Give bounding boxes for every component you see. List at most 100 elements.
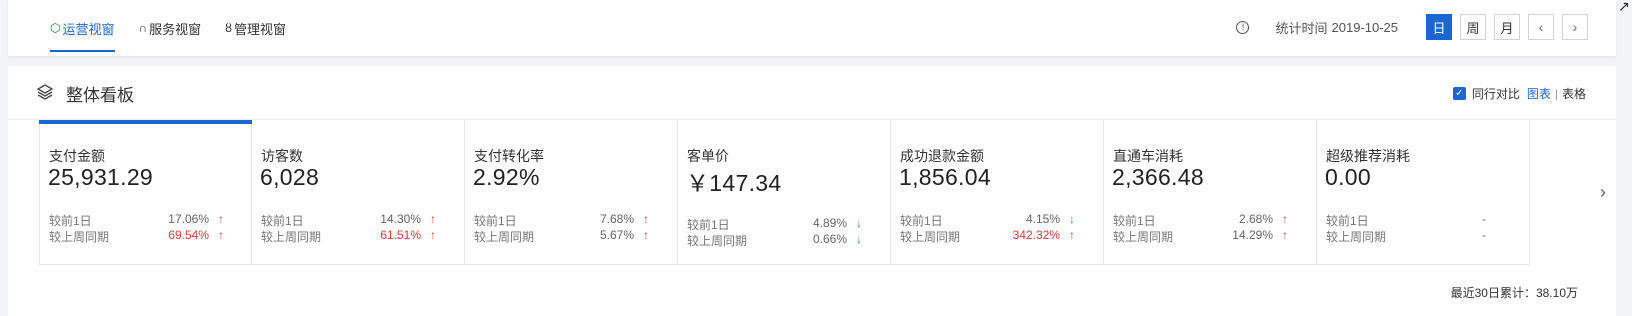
compare-label: 较上周同期 xyxy=(1326,230,1387,244)
compare-percent: 14.30% xyxy=(380,212,421,226)
metric-label: 超级推荐消耗 xyxy=(1326,148,1410,164)
compare-percent: - xyxy=(1482,228,1486,242)
top-nav-bar: ⬡ 运营视窗 ∩ 服务视窗 ȣ 管理视窗 ! 统计时间 2019-10-25 日… xyxy=(8,0,1616,56)
compare-label: 较上周同期 xyxy=(687,234,748,248)
compare-prev-week: 较上周同期 69.54% ↑ xyxy=(49,228,239,244)
tab-label: 运营视窗 xyxy=(62,21,115,37)
compare-prev-day: 较前1日 4.89% ↓ xyxy=(687,216,877,232)
compare-percent: 14.29% xyxy=(1232,228,1273,242)
headset-icon: ∩ xyxy=(138,21,148,35)
metric-card[interactable]: 直通车消耗 2,366.48 较前1日 2.68% ↑ 较上周同期 14.29% ↑ xyxy=(1104,120,1317,265)
compare-prev-week: 较上周同期 14.29% ↑ xyxy=(1113,228,1303,244)
tab-service[interactable]: ∩ 服务视窗 xyxy=(139,0,202,56)
period-week-button[interactable]: 周 xyxy=(1460,14,1486,40)
metric-value: 2.92% xyxy=(473,164,540,190)
period-month-button[interactable]: 月 xyxy=(1494,14,1520,40)
tab-label: 服务视窗 xyxy=(149,21,202,37)
stat-time-label: 统计时间 xyxy=(1275,20,1328,36)
overview-panel: 整体看板 ✓ 同行对比 图表 | 表格 支付金额 25,931.29 较前1日 17.… xyxy=(8,66,1616,316)
compare-label: 较上周同期 xyxy=(900,230,961,244)
compare-prev-week: 较上周同期 - xyxy=(1326,228,1516,244)
compare-percent: 2.68% xyxy=(1238,212,1273,226)
compare-label: 较前1日 xyxy=(474,214,517,228)
tab-label: 管理视窗 xyxy=(233,21,286,37)
stat-date: 2019-10-25 xyxy=(1331,19,1399,35)
arrow-down-icon: ↓ xyxy=(856,232,862,246)
next-date-button[interactable]: › xyxy=(1562,14,1588,40)
compare-prev-day: 较前1日 17.06% ↑ xyxy=(49,212,239,228)
metric-label: 访客数 xyxy=(261,148,303,164)
chevron-left-icon: ‹ xyxy=(1538,19,1544,35)
compare-label: 较上周同期 xyxy=(1113,230,1174,244)
arrow-up-icon: ↑ xyxy=(218,212,224,226)
layers-icon xyxy=(36,84,54,100)
metric-card[interactable]: 访客数 6,028 较前1日 14.30% ↑ 较上周同期 61.51% ↑ xyxy=(252,120,465,265)
view-tabs: ⬡ 运营视窗 ∩ 服务视窗 ȣ 管理视窗 xyxy=(50,0,310,56)
compare-percent: 61.51% xyxy=(380,228,421,242)
tab-management[interactable]: ȣ 管理视窗 xyxy=(225,0,286,56)
metric-value: 2,366.48 xyxy=(1112,164,1204,190)
metric-value: 1,856.04 xyxy=(899,164,991,190)
compare-prev-week: 较上周同期 342.32% ↑ xyxy=(900,228,1090,244)
compare-label: 较上周同期 xyxy=(474,230,535,244)
metric-card[interactable]: 支付转化率 2.92% 较前1日 7.68% ↑ 较上周同期 5.67% ↑ xyxy=(465,120,678,265)
compare-prev-day: 较前1日 14.30% ↑ xyxy=(261,212,451,228)
metric-card[interactable]: 成功退款金额 1,856.04 较前1日 4.15% ↓ 较上周同期 342.32% ↑ xyxy=(891,120,1104,265)
compare-prev-week: 较上周同期 0.66% ↓ xyxy=(687,232,877,248)
metric-value: 6,028 xyxy=(260,164,320,190)
compare-percent: 7.68% xyxy=(599,212,634,226)
chevron-right-icon: › xyxy=(1572,19,1578,35)
compare-label: 较前1日 xyxy=(1326,214,1369,228)
compare-prev-day: 较前1日 2.68% ↑ xyxy=(1113,212,1303,228)
view-table-link[interactable]: 表格 xyxy=(1562,85,1586,102)
hexagon-icon: ⬡ xyxy=(50,21,61,35)
compare-label: 较前1日 xyxy=(1113,214,1156,228)
panel-header: 整体看板 ✓ 同行对比 图表 | 表格 xyxy=(8,66,1616,120)
compare-label: 较前1日 xyxy=(687,218,730,232)
arrow-up-icon: ↑ xyxy=(643,212,649,226)
arrow-up-icon: ↑ xyxy=(218,228,224,242)
metric-card[interactable]: 支付金额 25,931.29 较前1日 17.06% ↑ 较上周同期 69.54% ↑ xyxy=(39,120,252,265)
compare-percent: 0.66% xyxy=(812,232,847,246)
arrow-down-icon: ↓ xyxy=(1069,212,1075,226)
compare-percent: 5.67% xyxy=(599,228,634,242)
compare-label: 较前1日 xyxy=(261,214,304,228)
compare-percent: 17.06% xyxy=(168,212,209,226)
compare-label: 较上周同期 xyxy=(261,230,322,244)
arrow-up-icon: ↑ xyxy=(1282,228,1288,242)
arrow-up-icon: ↑ xyxy=(1069,228,1075,242)
arrow-up-icon: ↑ xyxy=(643,228,649,242)
compare-prev-week: 较上周同期 61.51% ↑ xyxy=(261,228,451,244)
period-day-button[interactable]: 日 xyxy=(1426,14,1452,40)
arrow-up-icon: ↑ xyxy=(430,228,436,242)
metric-card[interactable]: 超级推荐消耗 0.00 较前1日 - 较上周同期 - xyxy=(1317,120,1530,265)
compare-prev-day: 较前1日 7.68% ↑ xyxy=(474,212,664,228)
compare-percent: 342.32% xyxy=(1012,228,1060,242)
compare-label: 较前1日 xyxy=(900,214,943,228)
chevron-right-icon[interactable]: › xyxy=(1600,182,1606,203)
tab-operations[interactable]: ⬡ 运营视窗 xyxy=(50,0,115,56)
panel-title: 整体看板 xyxy=(66,86,134,105)
thirty-day-total: 最近30日累计：38.10万 xyxy=(1450,286,1578,300)
arrow-down-icon: ↓ xyxy=(856,216,862,230)
compare-percent: 4.89% xyxy=(812,216,847,230)
arrow-up-icon: ↑ xyxy=(1282,212,1288,226)
prev-date-button[interactable]: ‹ xyxy=(1528,14,1554,40)
compare-prev-day: 较前1日 4.15% ↓ xyxy=(900,212,1090,228)
metric-label: 客单价 xyxy=(687,148,729,164)
compare-percent: - xyxy=(1482,212,1486,226)
metric-label: 支付金额 xyxy=(49,148,105,164)
view-chart-link[interactable]: 图表 xyxy=(1527,85,1551,102)
metric-card[interactable]: 客单价 ￥147.34 较前1日 4.89% ↓ 较上周同期 0.66% ↓ xyxy=(678,120,891,265)
view-separator: | xyxy=(1554,86,1558,101)
close-icon[interactable]: ↗ xyxy=(1618,0,1632,14)
compare-label: 同行对比 xyxy=(1471,87,1520,101)
compare-checkbox[interactable]: ✓ xyxy=(1452,87,1466,100)
compare-percent: 4.15% xyxy=(1025,212,1060,226)
metric-value: ￥147.34 xyxy=(686,170,782,196)
compare-prev-week: 较上周同期 5.67% ↑ xyxy=(474,228,664,244)
info-icon[interactable]: ! xyxy=(1236,20,1250,34)
metric-label: 直通车消耗 xyxy=(1113,148,1183,164)
metric-label: 成功退款金额 xyxy=(900,148,984,164)
metric-value: 0.00 xyxy=(1325,164,1371,190)
